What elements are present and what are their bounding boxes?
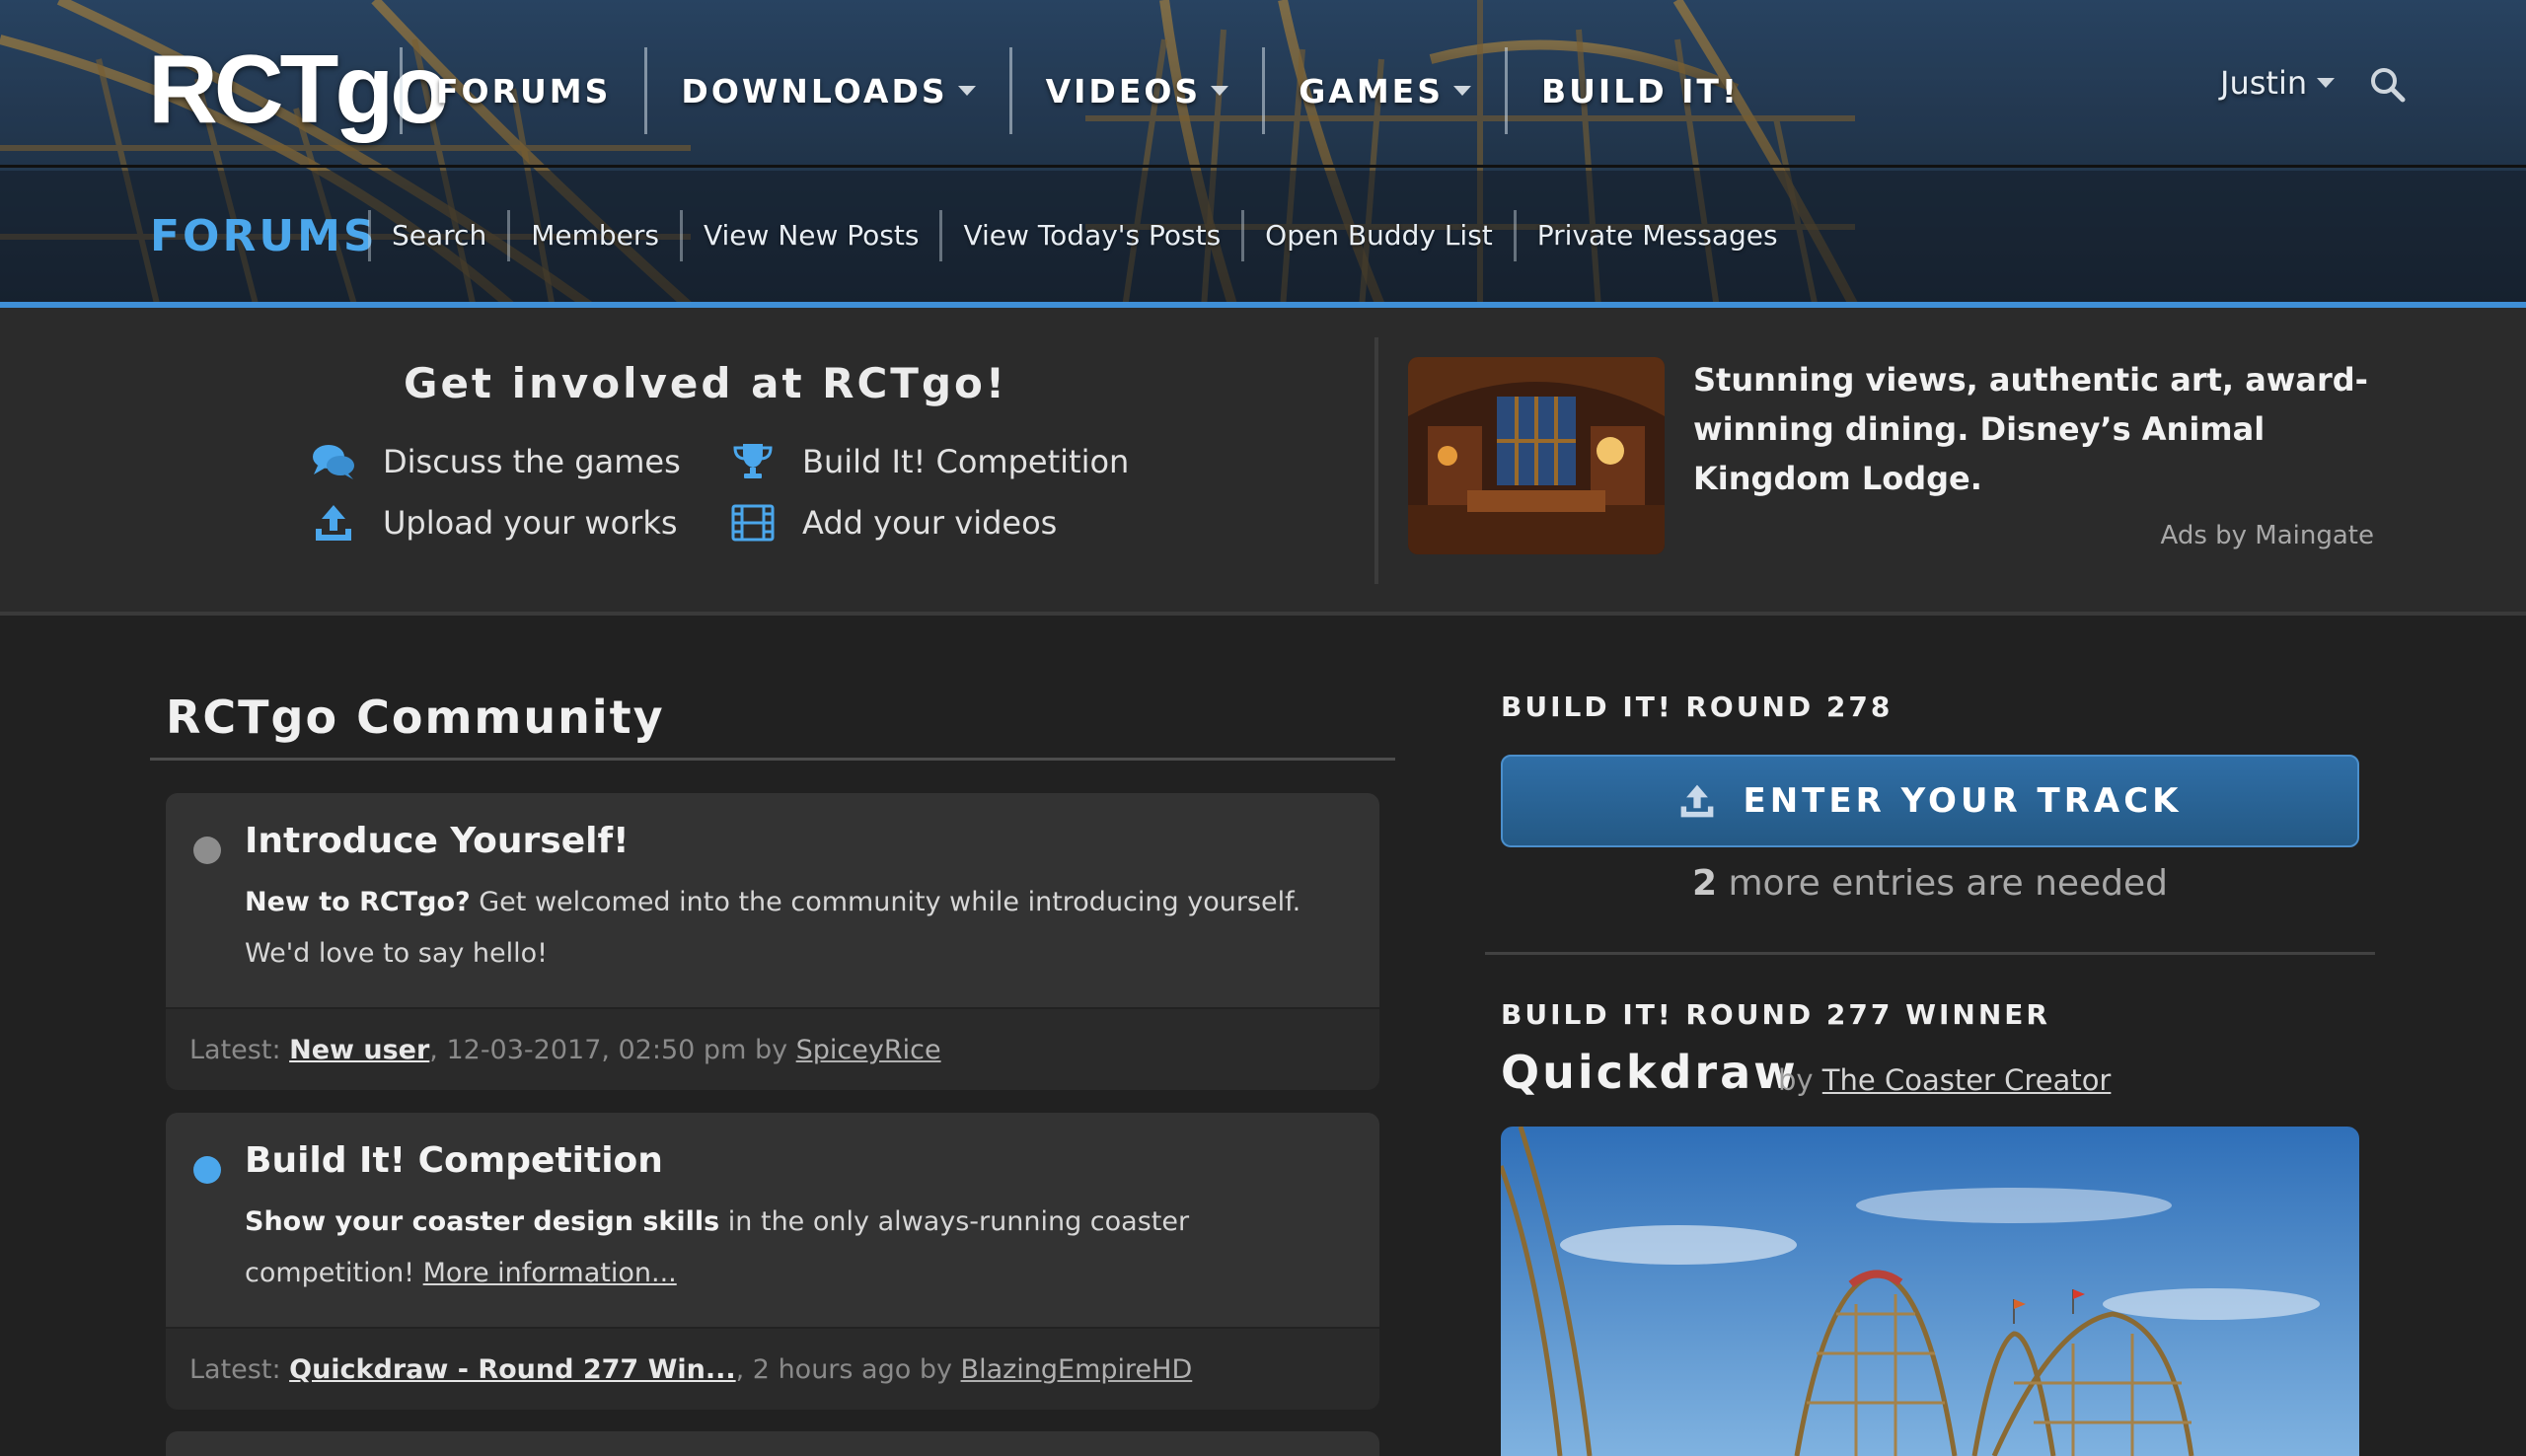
nav-games-label: GAMES	[1299, 71, 1444, 110]
site-header: RCTgo FORUMS DOWNLOADS VIDEOS GAMES BUIL…	[0, 0, 2526, 308]
winner-byline: by The Coaster Creator	[1778, 1063, 2111, 1097]
chevron-down-icon	[1452, 86, 1471, 96]
enter-your-track-button[interactable]: ENTER YOUR TRACK	[1501, 755, 2359, 847]
promo-divider	[1374, 337, 1378, 584]
nav-videos[interactable]: VIDEOS	[1012, 47, 1263, 134]
enter-your-track-label: ENTER YOUR TRACK	[1743, 781, 2183, 821]
latest-post-link[interactable]: New user	[289, 1035, 429, 1065]
subnav-view-todays-posts[interactable]: View Today's Posts	[942, 210, 1241, 261]
chat-bubbles-icon	[313, 445, 354, 479]
forum-description: Show your coaster design skills in the o…	[245, 1197, 1340, 1299]
winner-by-prefix: by	[1778, 1063, 1822, 1097]
ad-credit[interactable]: Ads by Maingate	[2072, 521, 2375, 550]
forum-description-bold: Show your coaster design skills	[245, 1206, 720, 1237]
ad-headline[interactable]: Stunning views, authentic art, award-win…	[1693, 355, 2384, 503]
upload-icon	[316, 505, 351, 541]
winner-coaster-image[interactable]	[1501, 1127, 2359, 1456]
latest-user-link[interactable]: BlazingEmpireHD	[961, 1354, 1193, 1385]
promo-discuss-label: Discuss the games	[383, 443, 681, 480]
winner-round-label: BUILD IT! ROUND 277 WINNER	[1501, 998, 2050, 1031]
promo-add-videos[interactable]: Add your videos	[731, 498, 1057, 547]
nav-downloads[interactable]: DOWNLOADS	[647, 47, 1008, 134]
latest-post-link[interactable]: Quickdraw - Round 277 Win...	[289, 1354, 736, 1385]
nav-forums[interactable]: FORUMS	[403, 47, 644, 134]
subnav-private-messages[interactable]: Private Messages	[1517, 210, 1799, 261]
forum-card-build-it-competition: Build It! Competition Show your coaster …	[166, 1113, 1379, 1410]
winner-author-link[interactable]: The Coaster Creator	[1822, 1063, 2112, 1097]
subnav-view-new-posts[interactable]: View New Posts	[683, 210, 940, 261]
subnav-members[interactable]: Members	[510, 210, 680, 261]
user-menu[interactable]: Justin	[2220, 61, 2336, 105]
sidebar-divider	[1485, 952, 2375, 955]
nav-forums-label: FORUMS	[436, 71, 612, 110]
latest-meta: , 2 hours ago by	[735, 1354, 961, 1385]
forum-description: New to RCTgo? Get welcomed into the comm…	[245, 877, 1340, 980]
latest-meta: , 12-03-2017, 02:50 pm by	[429, 1035, 796, 1065]
forum-description-bold: New to RCTgo?	[245, 887, 471, 917]
forum-status-dot	[193, 837, 221, 864]
search-icon[interactable]	[2368, 65, 2408, 105]
latest-prefix: Latest:	[189, 1354, 290, 1385]
entries-count: 2	[1691, 863, 1718, 904]
username: Justin	[2220, 64, 2308, 102]
nav-videos-label: VIDEOS	[1045, 71, 1202, 110]
promo-upload-label: Upload your works	[383, 504, 678, 542]
ad-lodge-image[interactable]	[1408, 357, 1665, 554]
nav-build-it[interactable]: BUILD IT!	[1508, 47, 1773, 134]
entries-text: more entries are needed	[1717, 863, 2169, 904]
chevron-down-icon	[2317, 78, 2336, 88]
section-heading-forums: FORUMS	[150, 211, 378, 261]
promo-upload-works[interactable]: Upload your works	[312, 498, 678, 547]
get-involved-banner: Get involved at RCTgo! Discuss the games…	[0, 308, 2526, 616]
upload-icon	[1681, 784, 1714, 818]
community-title: RCTgo Community	[166, 691, 665, 744]
latest-prefix: Latest:	[189, 1035, 290, 1065]
forum-title[interactable]: Introduce Yourself!	[245, 821, 1340, 861]
latest-user-link[interactable]: SpiceyRice	[796, 1035, 941, 1065]
film-icon	[731, 504, 775, 542]
winner-track-name[interactable]: Quickdraw	[1501, 1046, 1799, 1099]
forum-latest-post: Latest: Quickdraw - Round 277 Win..., 2 …	[166, 1327, 1379, 1410]
forum-status-dot	[193, 1156, 221, 1184]
forum-title[interactable]: Build It! Competition	[245, 1140, 1340, 1181]
main-nav: FORUMS DOWNLOADS VIDEOS GAMES BUILD IT!	[400, 47, 1773, 134]
forum-card-partial	[166, 1431, 1379, 1456]
promo-title: Get involved at RCTgo!	[403, 359, 1008, 407]
promo-discuss-games[interactable]: Discuss the games	[312, 437, 681, 486]
more-information-link[interactable]: More information...	[423, 1258, 677, 1288]
nav-downloads-label: DOWNLOADS	[681, 71, 948, 110]
nav-build-it-label: BUILD IT!	[1540, 71, 1740, 110]
entries-needed: 2 more entries are needed	[1501, 863, 2359, 904]
forum-card-body: Build It! Competition Show your coaster …	[166, 1113, 1379, 1327]
subnav-search[interactable]: Search	[371, 210, 507, 261]
forum-card-body: Introduce Yourself! New to RCTgo? Get we…	[166, 793, 1379, 1007]
promo-add-videos-label: Add your videos	[802, 504, 1058, 542]
trophy-icon	[733, 444, 773, 478]
forum-latest-post: Latest: New user, 12-03-2017, 02:50 pm b…	[166, 1007, 1379, 1090]
chevron-down-icon	[957, 86, 976, 96]
community-divider	[150, 758, 1395, 761]
forum-subnav: Search Members View New Posts View Today…	[368, 210, 1799, 261]
promo-build-it[interactable]: Build It! Competition	[731, 437, 1129, 486]
forum-card-introduce-yourself: Introduce Yourself! New to RCTgo? Get we…	[166, 793, 1379, 1090]
build-it-round-label: BUILD IT! ROUND 278	[1501, 691, 1894, 723]
subnav-open-buddy-list[interactable]: Open Buddy List	[1244, 210, 1514, 261]
promo-build-it-label: Build It! Competition	[802, 443, 1130, 480]
chevron-down-icon	[1211, 86, 1229, 96]
nav-games[interactable]: GAMES	[1265, 47, 1505, 134]
